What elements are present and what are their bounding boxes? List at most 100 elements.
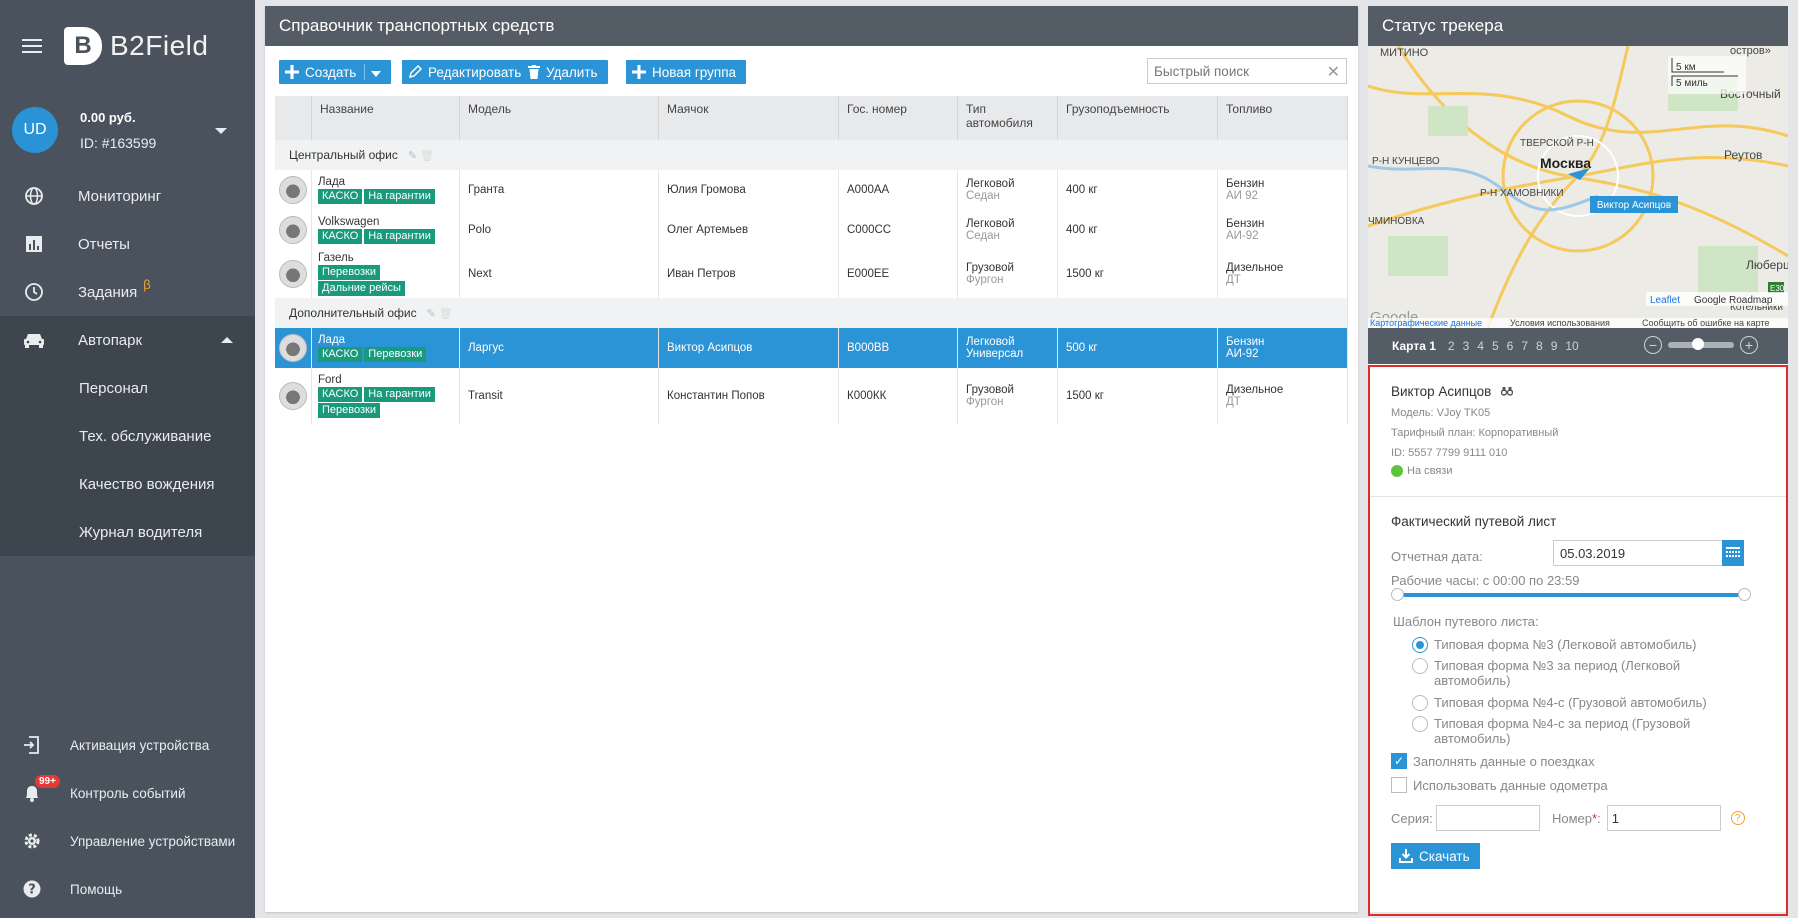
number-input[interactable]: 1 [1606, 805, 1721, 831]
map-tab[interactable]: 4 [1477, 339, 1484, 353]
map-tab[interactable]: 10 [1565, 339, 1578, 353]
col-type[interactable]: Тип автомобиля [957, 96, 1058, 140]
map-tab[interactable]: 9 [1551, 339, 1558, 353]
new-group-button[interactable]: Новая группа [626, 60, 747, 84]
plate-cell: В000ВВ [838, 328, 958, 368]
nav-personnel[interactable]: Персонал [0, 364, 255, 412]
menu-icon[interactable] [22, 39, 42, 53]
col-model[interactable]: Модель [459, 96, 659, 140]
radio-icon[interactable] [1412, 716, 1428, 732]
fill-trips-checkbox[interactable]: ✓ Заполнять данные о поездках [1391, 753, 1786, 769]
binoculars-icon[interactable] [1500, 384, 1514, 399]
nav-events[interactable]: 99+ Контроль событий [0, 769, 255, 817]
hours-slider-start-handle[interactable] [1391, 588, 1404, 601]
create-button[interactable]: Создать [279, 60, 392, 84]
nav-driving-quality[interactable]: Качество вождения [0, 460, 255, 508]
map-tab[interactable]: 3 [1463, 339, 1470, 353]
map-tab[interactable]: Карта 1 [1392, 339, 1436, 353]
radio-checked-icon[interactable] [1412, 637, 1428, 653]
tracker-details: Виктор Асипцов Модель: VJoy TK05 Тарифны… [1368, 365, 1788, 916]
nav-tasks[interactable]: Задания β [0, 268, 255, 316]
map-tab[interactable]: 6 [1507, 339, 1514, 353]
map-tab[interactable]: 2 [1448, 339, 1455, 353]
hours-slider[interactable] [1391, 588, 1751, 601]
edit-button[interactable]: Редактировать [402, 60, 532, 84]
pencil-icon[interactable]: ✎ [408, 150, 417, 162]
caret-down-icon[interactable] [371, 65, 382, 80]
nav-driver-log[interactable]: Журнал водителя [0, 508, 255, 556]
date-field[interactable]: 05.03.2019 [1553, 540, 1723, 566]
map-tab[interactable]: 8 [1536, 339, 1543, 353]
odometer-checkbox[interactable]: Использовать данные одометра [1391, 777, 1786, 793]
template-option[interactable]: Типовая форма №4-с за период (Грузовой а… [1412, 716, 1732, 746]
type-cell: Грузовой Фургон [957, 368, 1058, 424]
hours-slider-end-handle[interactable] [1738, 588, 1751, 601]
table-row[interactable]: Газель ПеревозкиДальние рейсы Next Иван Пет… [275, 250, 1348, 298]
map-terms-link[interactable]: Условия использования [1510, 318, 1610, 328]
chevron-down-icon[interactable] [215, 128, 227, 134]
account-block[interactable]: UD 0.00 руб. ID: #163599 [0, 92, 255, 168]
fuel-type: Бензин [1226, 218, 1265, 230]
nav-activation-label: Активация устройства [70, 737, 210, 753]
map-report-link[interactable]: Сообщить об ошибке на карте [1642, 318, 1769, 328]
roadmap-label[interactable]: Google Roadmap [1694, 295, 1773, 306]
zoom-slider[interactable] [1668, 338, 1734, 350]
tracker-cell: Виктор Асипцов [658, 328, 839, 368]
fuel-cell: Дизельное ДТ [1217, 368, 1348, 424]
model-cell: Гранта [459, 170, 659, 210]
col-fuel[interactable]: Топливо [1217, 96, 1348, 140]
zoom-out-icon[interactable]: − [1644, 336, 1662, 354]
trash-icon[interactable]: 🗑 [436, 308, 453, 320]
leaflet-link[interactable]: Leaflet [1650, 295, 1680, 306]
col-plate[interactable]: Гос. номер [838, 96, 958, 140]
map-tab[interactable]: 5 [1492, 339, 1499, 353]
radio-icon[interactable] [1412, 658, 1428, 674]
table-row[interactable]: Лада КАСКО Перевозки Ларгус Виктор Асипцов В0… [275, 328, 1348, 368]
col-capacity[interactable]: Грузоподъемность [1057, 96, 1218, 140]
trash-icon[interactable]: 🗑 [417, 150, 434, 162]
chevron-up-icon [221, 337, 233, 343]
nav-fleet[interactable]: Автопарк [0, 316, 255, 364]
nav-activation[interactable]: Активация устройства [0, 721, 255, 769]
type-cell: Легковой Универсал [957, 328, 1058, 368]
checkbox-icon[interactable] [1391, 777, 1407, 793]
zoom-slider-handle[interactable] [1692, 338, 1704, 350]
nav-maintenance[interactable]: Тех. обслуживание [0, 412, 255, 460]
pencil-icon[interactable]: ✎ [427, 308, 436, 320]
map[interactable]: МИТИНО остров» Восточный ТВЕРСКОЙ Р-Н Мо… [1368, 46, 1788, 328]
nav-help[interactable]: ? Помощь [0, 865, 255, 913]
table-row[interactable]: Лада КАСКО На гарантии Гранта Юлия Громова А0… [275, 170, 1348, 210]
checkbox-checked-icon[interactable]: ✓ [1391, 753, 1407, 769]
nav-reports[interactable]: Отчеты [0, 220, 255, 268]
vehicle-brand: Газель [318, 252, 354, 264]
template-option[interactable]: Типовая форма №3 за период (Легковой авт… [1412, 658, 1732, 688]
map-tab[interactable]: 7 [1521, 339, 1528, 353]
calendar-icon[interactable] [1722, 540, 1744, 566]
template-option[interactable]: Типовая форма №4-с (Грузовой автомобиль) [1412, 695, 1786, 711]
search-input[interactable]: Быстрый поиск ✕ [1147, 58, 1347, 84]
download-button[interactable]: Скачать [1391, 843, 1480, 869]
capacity-cell: 500 кг [1057, 328, 1218, 368]
help-icon[interactable]: ? [1730, 811, 1745, 825]
vehicle-body: Фургон [966, 274, 1004, 286]
radio-icon[interactable] [1412, 695, 1428, 711]
table-row[interactable]: Ford КАСКО На гарантии Перевозки Transit Конс… [275, 368, 1348, 424]
group-row[interactable]: Центральный офис ✎ 🗑 [275, 140, 1348, 170]
delete-button[interactable]: Удалить [522, 60, 608, 84]
group-row[interactable]: Дополнительный офис ✎ 🗑 [275, 298, 1348, 328]
events-badge: 99+ [35, 775, 60, 788]
map-data-link[interactable]: Картографические данные [1370, 318, 1482, 328]
template-option[interactable]: Типовая форма №3 (Легковой автомобиль) [1412, 637, 1786, 653]
table-row[interactable]: Volkswagen КАСКО На гарантии Polo Олег Артем… [275, 210, 1348, 250]
nav-devices[interactable]: Управление устройствами [0, 817, 255, 865]
fleet-submenu: Персонал Тех. обслуживание Качество вожд… [0, 364, 255, 556]
zoom-in-icon[interactable]: + [1740, 336, 1758, 354]
fuel-type: Бензин [1226, 336, 1265, 348]
nav-monitoring[interactable]: Мониторинг [0, 172, 255, 220]
series-input[interactable] [1436, 805, 1540, 831]
avatar[interactable]: UD [12, 107, 58, 153]
col-tracker[interactable]: Маячок [658, 96, 839, 140]
car-photo [279, 260, 307, 288]
col-name[interactable]: Название [311, 96, 460, 140]
close-icon[interactable]: ✕ [1327, 62, 1340, 82]
